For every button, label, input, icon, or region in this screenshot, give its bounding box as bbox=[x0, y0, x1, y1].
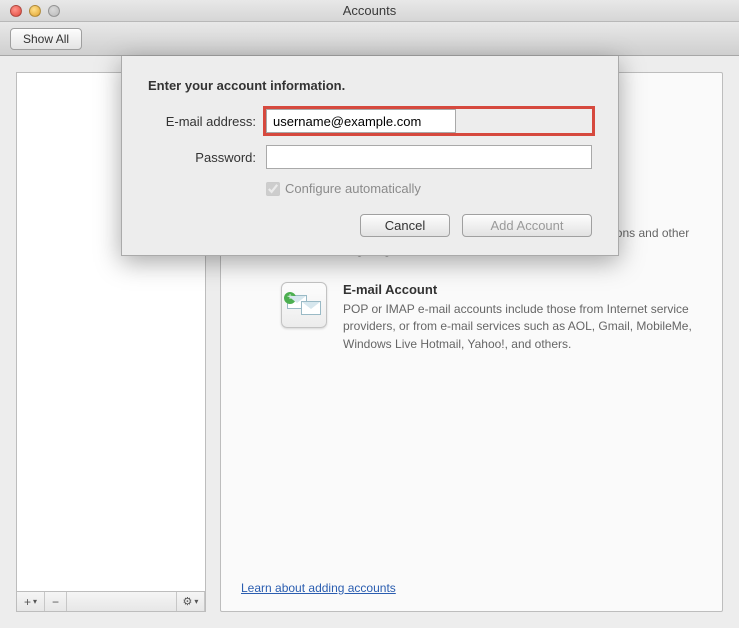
email-input[interactable] bbox=[266, 109, 456, 133]
email-desc: POP or IMAP e-mail accounts include thos… bbox=[343, 301, 702, 353]
window-title: Accounts bbox=[0, 3, 739, 18]
email-account-option[interactable]: + E-mail Account POP or IMAP e-mail acco… bbox=[241, 282, 702, 353]
configure-auto-checkbox[interactable] bbox=[266, 182, 280, 196]
remove-account-button[interactable]: − bbox=[45, 592, 67, 611]
cancel-button[interactable]: Cancel bbox=[360, 214, 450, 237]
password-row: Password: bbox=[148, 145, 592, 169]
footer-spacer bbox=[67, 592, 177, 611]
email-text: E-mail Account POP or IMAP e-mail accoun… bbox=[343, 282, 702, 353]
add-account-menu-button[interactable]: + bbox=[17, 592, 45, 611]
window-controls bbox=[0, 5, 60, 17]
learn-link[interactable]: Learn about adding accounts bbox=[241, 581, 702, 595]
configure-auto-label: Configure automatically bbox=[285, 181, 421, 196]
email-title: E-mail Account bbox=[343, 282, 702, 297]
zoom-window-icon[interactable] bbox=[48, 5, 60, 17]
email-row: E-mail address: bbox=[148, 109, 592, 133]
account-actions-menu-button[interactable] bbox=[177, 592, 205, 611]
show-all-button[interactable]: Show All bbox=[10, 28, 82, 50]
titlebar: Accounts bbox=[0, 0, 739, 22]
email-icon: + bbox=[287, 295, 321, 315]
sidebar-footer: + − bbox=[16, 592, 206, 612]
email-icon-box: + bbox=[281, 282, 327, 328]
password-input[interactable] bbox=[266, 145, 592, 169]
password-label: Password: bbox=[148, 150, 256, 165]
minimize-window-icon[interactable] bbox=[29, 5, 41, 17]
email-label: E-mail address: bbox=[148, 114, 256, 129]
plus-badge-icon: + bbox=[284, 292, 296, 304]
sheet-buttons: Cancel Add Account bbox=[148, 214, 592, 237]
toolbar: Show All bbox=[0, 22, 739, 56]
configure-auto-row: Configure automatically bbox=[266, 181, 592, 196]
add-account-sheet: Enter your account information. E-mail a… bbox=[121, 56, 619, 256]
sheet-heading: Enter your account information. bbox=[148, 78, 592, 93]
close-window-icon[interactable] bbox=[10, 5, 22, 17]
add-account-button[interactable]: Add Account bbox=[462, 214, 592, 237]
